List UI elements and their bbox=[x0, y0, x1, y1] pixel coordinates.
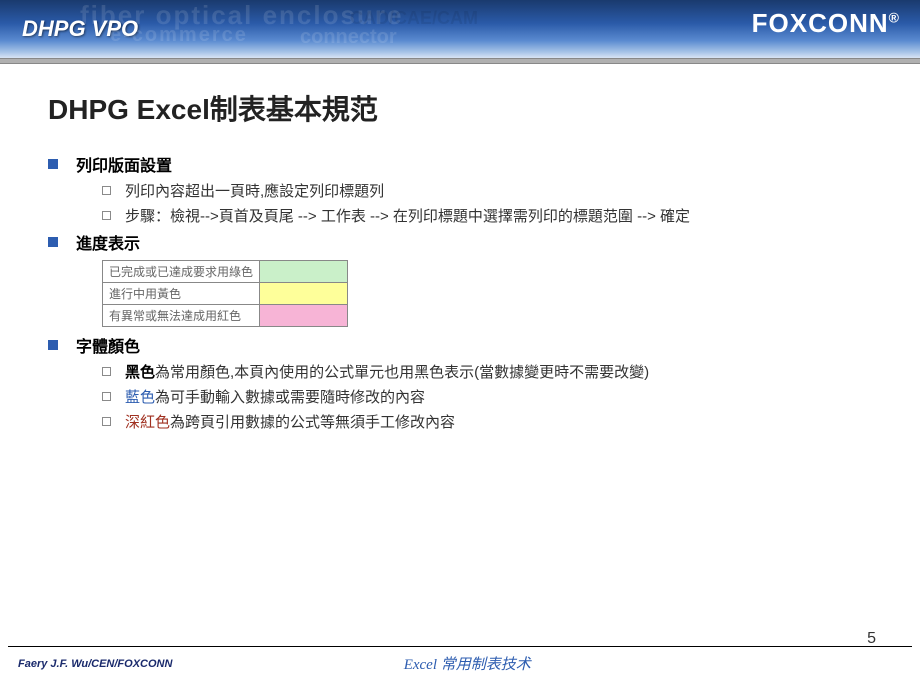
progress-label-pink: 有異常或無法達成用紅色 bbox=[103, 305, 260, 327]
header-bg-decor-3: CAD/CAE/CAM bbox=[350, 8, 478, 29]
swatch-yellow bbox=[260, 283, 348, 305]
slide-footer: Faery J.F. Wu/CEN/FOXCONN Excel 常用制表技术 bbox=[0, 646, 920, 674]
table-row: 進行中用黃色 bbox=[103, 283, 348, 305]
foxconn-logo: FOXCONN® bbox=[752, 8, 900, 39]
section-print-heading: 列印版面設置 bbox=[48, 152, 872, 176]
bullet-square-icon bbox=[48, 340, 58, 350]
swatch-pink bbox=[260, 305, 348, 327]
swatch-green bbox=[260, 261, 348, 283]
bullet-hollow-icon bbox=[102, 211, 111, 220]
slide-header: fiber optical enclosure e-commerce conne… bbox=[0, 0, 920, 58]
progress-label-yellow: 進行中用黃色 bbox=[103, 283, 260, 305]
footer-divider bbox=[8, 646, 912, 647]
bullet-square-icon bbox=[48, 237, 58, 247]
table-row: 有異常或無法達成用紅色 bbox=[103, 305, 348, 327]
section-progress-heading: 進度表示 bbox=[48, 230, 872, 254]
header-bg-decor-2: connector bbox=[300, 26, 397, 49]
table-row: 已完成或已達成要求用綠色 bbox=[103, 261, 348, 283]
print-sub-1: 列印內容超出一頁時,應設定列印標題列 bbox=[102, 180, 872, 201]
bullet-hollow-icon bbox=[102, 417, 111, 426]
bullet-hollow-icon bbox=[102, 367, 111, 376]
bullet-square-icon bbox=[48, 159, 58, 169]
header-bg-decor-4: e-commerce bbox=[110, 24, 248, 47]
section-font-heading: 字體顏色 bbox=[48, 333, 872, 357]
font-black-label: 黑色 bbox=[125, 364, 155, 381]
bullet-hollow-icon bbox=[102, 186, 111, 195]
slide-title: DHPG Excel制表基本規范 bbox=[48, 88, 872, 128]
footer-author: Faery J.F. Wu/CEN/FOXCONN bbox=[18, 658, 172, 670]
progress-color-table: 已完成或已達成要求用綠色 進行中用黃色 有異常或無法達成用紅色 bbox=[102, 260, 348, 327]
font-rule-darkred: 深紅色為跨頁引用數據的公式等無須手工修改內容 bbox=[102, 411, 872, 432]
font-darkred-label: 深紅色 bbox=[125, 414, 170, 431]
font-blue-label: 藍色 bbox=[125, 389, 155, 406]
slide-content: DHPG Excel制表基本規范 列印版面設置 列印內容超出一頁時,應設定列印標… bbox=[0, 64, 920, 432]
print-sub-2: 步驟：檢視-->頁首及頁尾 --> 工作表 --> 在列印標題中選擇需列印的標題… bbox=[102, 205, 872, 226]
footer-title: Excel 常用制表技术 bbox=[404, 653, 531, 674]
bullet-hollow-icon bbox=[102, 392, 111, 401]
progress-label-green: 已完成或已達成要求用綠色 bbox=[103, 261, 260, 283]
font-rule-black: 黑色為常用顏色,本頁內使用的公式單元也用黑色表示(當數據變更時不需要改變) bbox=[102, 361, 872, 382]
font-rule-blue: 藍色為可手動輸入數據或需要隨時修改的內容 bbox=[102, 386, 872, 407]
